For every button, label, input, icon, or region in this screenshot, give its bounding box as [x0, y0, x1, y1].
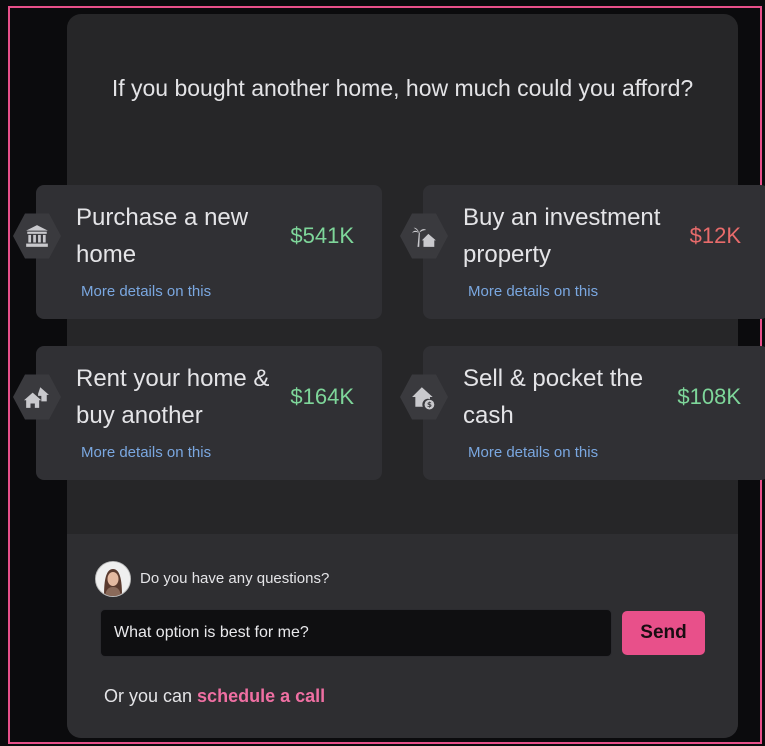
- option-card-rent-and-buy[interactable]: Rent your home & buy another $164K More …: [13, 346, 382, 480]
- palm-house-icon: [400, 213, 448, 259]
- option-amount: $541K: [290, 223, 354, 248]
- svg-text:$: $: [427, 400, 432, 409]
- more-details-link[interactable]: More details on this: [468, 283, 598, 300]
- house-dollar-icon: $: [400, 374, 448, 420]
- schedule-text: Or you can schedule a call: [104, 686, 325, 707]
- advisor-avatar: [95, 561, 131, 597]
- option-amount: $164K: [290, 384, 354, 409]
- option-amount: $108K: [677, 384, 741, 409]
- option-card-sell-and-pocket[interactable]: $ Sell & pocket the cash $108K More deta…: [400, 346, 765, 480]
- option-amount: $12K: [689, 223, 741, 248]
- option-card-purchase-new-home[interactable]: Purchase a new home $541K More details o…: [13, 185, 382, 319]
- option-title: Rent your home & buy another: [76, 365, 270, 429]
- option-title: Buy an investment property: [463, 204, 661, 268]
- chat-prompt: Do you have any questions?: [140, 570, 330, 587]
- affordability-panel: If you bought another home, how much cou…: [13, 14, 765, 738]
- more-details-link[interactable]: More details on this: [468, 444, 598, 461]
- page-title: If you bought another home, how much cou…: [111, 75, 694, 101]
- more-details-link[interactable]: More details on this: [81, 444, 211, 461]
- option-title: Sell & pocket the cash: [463, 365, 644, 429]
- send-button[interactable]: Send: [622, 611, 705, 655]
- schedule-call-link[interactable]: schedule a call: [197, 686, 325, 706]
- chat-section: Do you have any questions? Send Or you c…: [67, 534, 738, 738]
- more-details-link[interactable]: More details on this: [81, 283, 211, 300]
- question-input[interactable]: [100, 609, 612, 657]
- schedule-prefix: Or you can: [104, 686, 198, 706]
- option-title: Purchase a new home: [76, 204, 249, 268]
- option-card-investment-property[interactable]: Buy an investment property $12K More det…: [400, 185, 765, 319]
